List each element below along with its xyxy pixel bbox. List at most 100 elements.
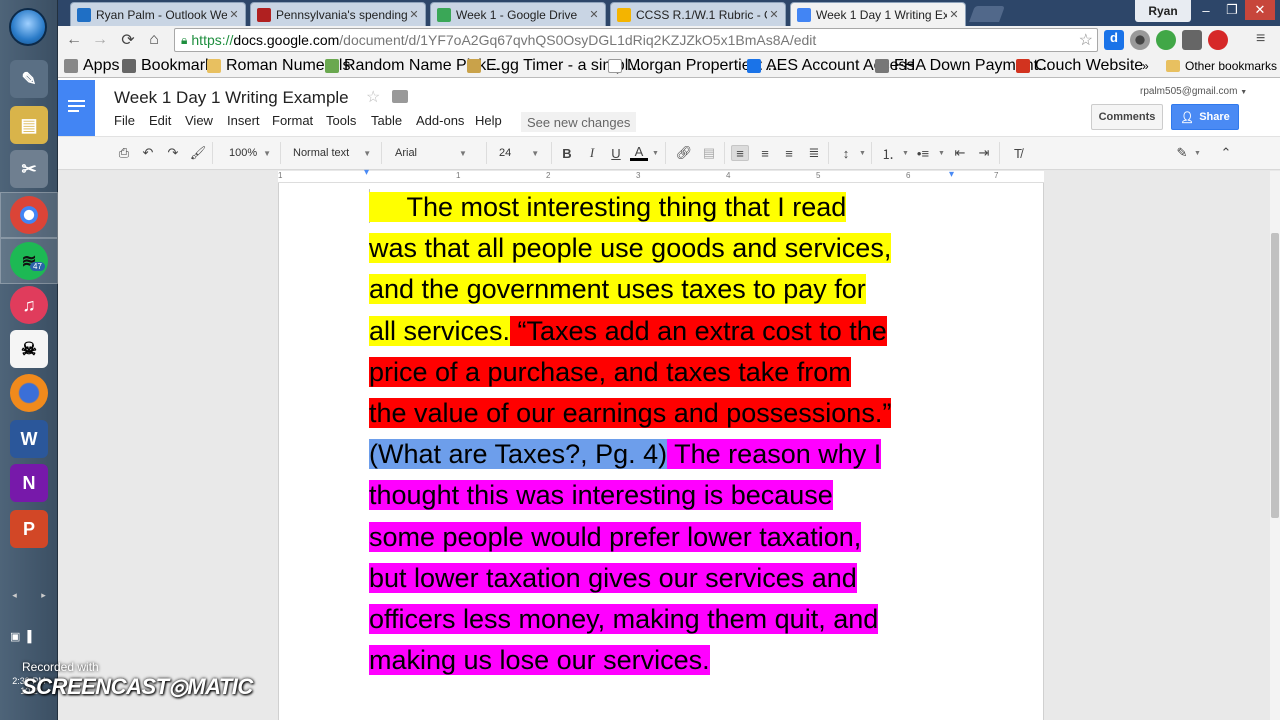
increase-indent-icon[interactable]: ⇥ xyxy=(975,145,993,161)
paint-icon[interactable]: ✎ xyxy=(10,60,48,98)
tray-arrows[interactable]: ◂ ▸ xyxy=(0,590,58,602)
docs-home-icon[interactable] xyxy=(58,80,95,136)
firefox-icon[interactable] xyxy=(10,374,48,412)
style-select[interactable]: Normal text ▼ xyxy=(293,145,371,161)
underline-icon[interactable]: U xyxy=(607,145,625,161)
align-justify-icon[interactable]: ≣ xyxy=(805,145,823,161)
paint-format-icon[interactable]: 🖌︎ xyxy=(189,145,207,161)
text-line[interactable]: (What are Taxes?, Pg. 4) The reason why … xyxy=(369,434,969,475)
text-line[interactable]: officers less money, making them quit, a… xyxy=(369,599,969,640)
highlighted-text[interactable]: and the government uses taxes to pay for xyxy=(369,274,866,305)
line-spacing-caret-icon[interactable]: ▼ xyxy=(859,150,866,157)
ruler[interactable]: 1 ▾ 1 2 3 4 5 6 ▾ 7 xyxy=(278,167,1044,183)
menu-tools[interactable]: Tools xyxy=(326,113,356,128)
text-line[interactable]: all services. “Taxes add an extra cost t… xyxy=(369,311,969,352)
folder-icon[interactable] xyxy=(392,90,408,103)
text-line[interactable]: The most interesting thing that I read xyxy=(369,187,969,228)
bookmark-item[interactable]: Apps xyxy=(64,57,119,74)
share-button[interactable]: 👤︎ Share xyxy=(1171,104,1239,130)
highlighted-text[interactable]: making us lose our services. xyxy=(369,645,710,676)
account-email[interactable]: rpalm505@gmail.com ▼ xyxy=(1140,86,1247,97)
align-left-icon[interactable]: ≡ xyxy=(731,145,749,161)
powerpoint-icon[interactable]: P xyxy=(10,510,48,548)
profile-button[interactable]: Ryan xyxy=(1135,0,1191,22)
font-select[interactable]: Arial ▼ xyxy=(395,145,467,161)
highlighted-text[interactable]: all services. xyxy=(369,315,511,346)
see-new-changes[interactable]: See new changes xyxy=(521,112,637,132)
highlighted-text[interactable]: price of a purchase, and taxes take from xyxy=(369,356,851,387)
extension-d-icon[interactable]: d xyxy=(1104,30,1124,50)
highlighted-text[interactable]: “Taxes add an extra cost to the xyxy=(510,315,887,346)
tray-icons[interactable]: ▣ ▐ xyxy=(10,630,31,643)
extension-cast-icon[interactable] xyxy=(1182,30,1202,50)
editing-mode-caret-icon[interactable]: ▼ xyxy=(1194,150,1201,157)
align-right-icon[interactable]: ≡ xyxy=(780,145,798,161)
extension-circle-icon[interactable] xyxy=(1130,30,1150,50)
text-line[interactable]: some people would prefer lower taxation, xyxy=(369,517,969,558)
highlighted-text[interactable]: the value of our earnings and possession… xyxy=(369,397,892,428)
redo-icon[interactable]: ↷ xyxy=(164,145,182,161)
browser-tab[interactable]: Ryan Palm - Outlook Web ✕ xyxy=(70,2,246,26)
menu-help[interactable]: Help xyxy=(475,113,502,128)
word-icon[interactable]: W xyxy=(10,420,48,458)
menu-format[interactable]: Format xyxy=(272,113,313,128)
address-bar[interactable]: 🔒︎ https:// docs.google.com /document/d/… xyxy=(174,28,1098,52)
tab-close-icon[interactable]: ✕ xyxy=(227,8,241,21)
text-line[interactable]: the value of our earnings and possession… xyxy=(369,393,969,434)
font-size-select[interactable]: 24 ▼ xyxy=(499,145,539,161)
home-button[interactable]: ⌂ xyxy=(144,30,164,50)
menu-edit[interactable]: Edit xyxy=(149,113,171,128)
browser-tab[interactable]: Pennsylvania's spending d ✕ xyxy=(250,2,426,26)
text-color-caret-icon[interactable]: ▼ xyxy=(652,150,659,157)
start-button[interactable] xyxy=(9,8,47,46)
itunes-icon[interactable]: ♫ xyxy=(10,286,48,324)
extension-record-icon[interactable] xyxy=(1208,30,1228,50)
document-title[interactable]: Week 1 Day 1 Writing Example xyxy=(114,88,349,108)
text-line[interactable]: was that all people use goods and servic… xyxy=(369,228,969,269)
spotify-icon[interactable]: ≋ xyxy=(10,242,48,280)
highlighted-text[interactable]: officers less money, making them quit, a… xyxy=(369,603,879,634)
numbered-list-caret-icon[interactable]: ▼ xyxy=(902,150,909,157)
bulleted-list-icon[interactable]: •≡ xyxy=(914,145,932,161)
snipping-tool-icon[interactable]: ✂ xyxy=(10,150,48,188)
clear-formatting-icon[interactable]: T̸ xyxy=(1009,145,1027,161)
text-line[interactable]: but lower taxation gives our services an… xyxy=(369,558,969,599)
highlighted-text[interactable]: (What are Taxes?, Pg. 4) xyxy=(369,439,668,470)
menu-view[interactable]: View xyxy=(185,113,213,128)
bookmark-item[interactable]: Couch Website xyxy=(1016,57,1143,74)
highlighted-text[interactable]: but lower taxation gives our services an… xyxy=(369,562,857,593)
highlighted-text[interactable]: The most interesting thing that I read xyxy=(369,192,847,222)
tab-close-icon[interactable]: ✕ xyxy=(587,8,601,21)
maximize-button[interactable]: ❐ xyxy=(1219,0,1245,20)
browser-tab[interactable]: Week 1 Day 1 Writing Exa ✕ xyxy=(790,2,966,26)
italic-icon[interactable]: I xyxy=(583,145,601,161)
menu-add-ons[interactable]: Add-ons xyxy=(416,113,464,128)
zoom-select[interactable]: 100% ▼ xyxy=(229,145,271,161)
text-line[interactable]: price of a purchase, and taxes take from xyxy=(369,352,969,393)
editing-mode-icon[interactable]: ✎ xyxy=(1173,145,1191,161)
text-color-icon[interactable]: A xyxy=(630,144,648,161)
forward-button[interactable]: → xyxy=(90,30,110,50)
text-line[interactable]: thought this was interesting is because xyxy=(369,475,969,516)
document-body[interactable]: The most interesting thing that I read wa… xyxy=(369,187,969,681)
comments-button[interactable]: Comments xyxy=(1091,104,1163,130)
tab-close-icon[interactable]: ✕ xyxy=(767,8,781,21)
highlighted-text[interactable]: was that all people use goods and servic… xyxy=(369,233,892,264)
comment-icon[interactable]: ▤ xyxy=(700,145,718,161)
browser-tab[interactable]: Week 1 - Google Drive ✕ xyxy=(430,2,606,26)
align-center-icon[interactable]: ≡ xyxy=(756,145,774,161)
star-icon[interactable]: ☆ xyxy=(366,87,380,107)
back-button[interactable]: ← xyxy=(64,30,84,50)
extension-green-icon[interactable] xyxy=(1156,30,1176,50)
close-window-button[interactable]: ✕ xyxy=(1245,0,1275,20)
minimize-button[interactable]: – xyxy=(1193,0,1219,20)
numbered-list-icon[interactable]: ⒈ xyxy=(879,145,897,162)
right-indent-marker-icon[interactable]: ▾ xyxy=(949,169,954,180)
indent-marker-icon[interactable]: ▾ xyxy=(364,167,369,178)
tab-close-icon[interactable]: ✕ xyxy=(947,8,961,21)
new-tab-button[interactable] xyxy=(969,6,1005,22)
collapse-menus-icon[interactable]: ⌃ xyxy=(1217,145,1235,161)
link-icon[interactable]: 🔗︎ xyxy=(675,145,693,161)
onenote-icon[interactable]: N xyxy=(10,464,48,502)
print-icon[interactable]: ⎙ xyxy=(115,145,133,161)
